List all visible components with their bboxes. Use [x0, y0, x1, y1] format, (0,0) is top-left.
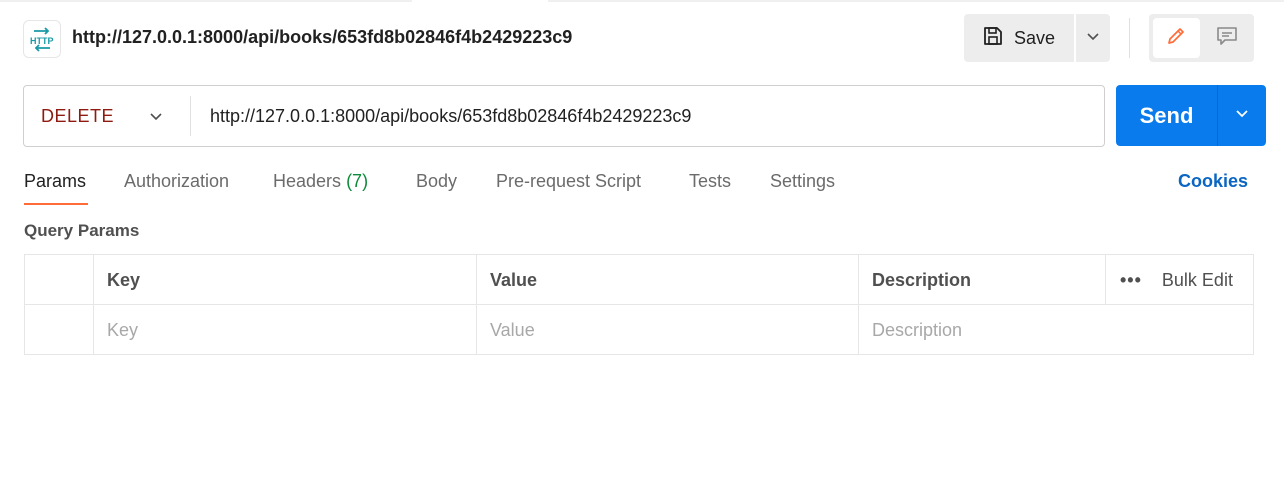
save-label: Save [1014, 27, 1056, 48]
row-checkbox-cell [25, 305, 93, 355]
tab-pre-request-script[interactable]: Pre-request Script [496, 171, 641, 192]
table-header-row: Key Value Description ••• Bulk Edit [25, 255, 1253, 305]
send-options-button[interactable] [1217, 85, 1266, 146]
param-description-input[interactable]: Description [858, 305, 1253, 355]
column-header-key: Key [93, 255, 476, 305]
tab-headers-label: Headers [273, 171, 342, 191]
save-options-button[interactable] [1074, 14, 1110, 62]
column-header-description: Description [858, 255, 1105, 305]
url-input[interactable] [191, 86, 1104, 146]
svg-text:HTTP: HTTP [30, 36, 54, 46]
table-actions: ••• Bulk Edit [1105, 255, 1253, 305]
view-mode-toggle [1149, 14, 1254, 62]
chevron-down-icon [148, 108, 164, 129]
request-tabs: Params Authorization Headers (7) Body Pr… [0, 168, 1284, 208]
chevron-down-icon [1086, 29, 1100, 48]
tab-authorization[interactable]: Authorization [124, 171, 229, 192]
tab-settings[interactable]: Settings [770, 171, 835, 192]
query-params-table: Key Value Description ••• Bulk Edit Key … [24, 254, 1254, 355]
save-button[interactable]: Save [964, 14, 1074, 62]
checkbox-column-header [25, 255, 93, 305]
http-icon: HTTP [23, 20, 61, 58]
request-header: HTTP http://127.0.0.1:8000/api/books/653… [0, 12, 1284, 64]
request-title[interactable]: http://127.0.0.1:8000/api/books/653fd8b0… [72, 27, 572, 48]
comments-mode-button[interactable] [1204, 18, 1251, 58]
save-group: Save [964, 14, 1110, 62]
column-header-value: Value [476, 255, 858, 305]
header-divider [1129, 18, 1130, 58]
top-tab-strip [0, 0, 1284, 2]
chevron-down-icon [1234, 105, 1250, 126]
pencil-icon [1164, 24, 1188, 53]
save-icon [982, 25, 1004, 52]
bulk-edit-button[interactable]: Bulk Edit [1162, 270, 1233, 291]
active-tab-underline [24, 203, 88, 205]
cookies-link[interactable]: Cookies [1178, 171, 1248, 192]
tab-params[interactable]: Params [24, 171, 86, 192]
url-bar: DELETE [23, 85, 1105, 147]
method-label: DELETE [41, 105, 115, 126]
table-row: Key Value Description [25, 305, 1253, 355]
more-options-icon[interactable]: ••• [1120, 270, 1142, 291]
tab-body[interactable]: Body [416, 171, 457, 192]
send-group: Send [1116, 85, 1266, 146]
tab-headers[interactable]: Headers (7) [273, 171, 368, 192]
edit-mode-button[interactable] [1153, 18, 1200, 58]
tab-tests[interactable]: Tests [689, 171, 731, 192]
headers-count-badge: (7) [346, 171, 369, 191]
method-select[interactable]: DELETE [24, 86, 190, 146]
query-params-title: Query Params [24, 221, 140, 240]
param-value-input[interactable]: Value [476, 305, 858, 355]
param-key-input[interactable]: Key [93, 305, 476, 355]
comment-icon [1215, 24, 1239, 53]
active-tab-indicator [412, 0, 548, 2]
send-button[interactable]: Send [1116, 85, 1217, 146]
